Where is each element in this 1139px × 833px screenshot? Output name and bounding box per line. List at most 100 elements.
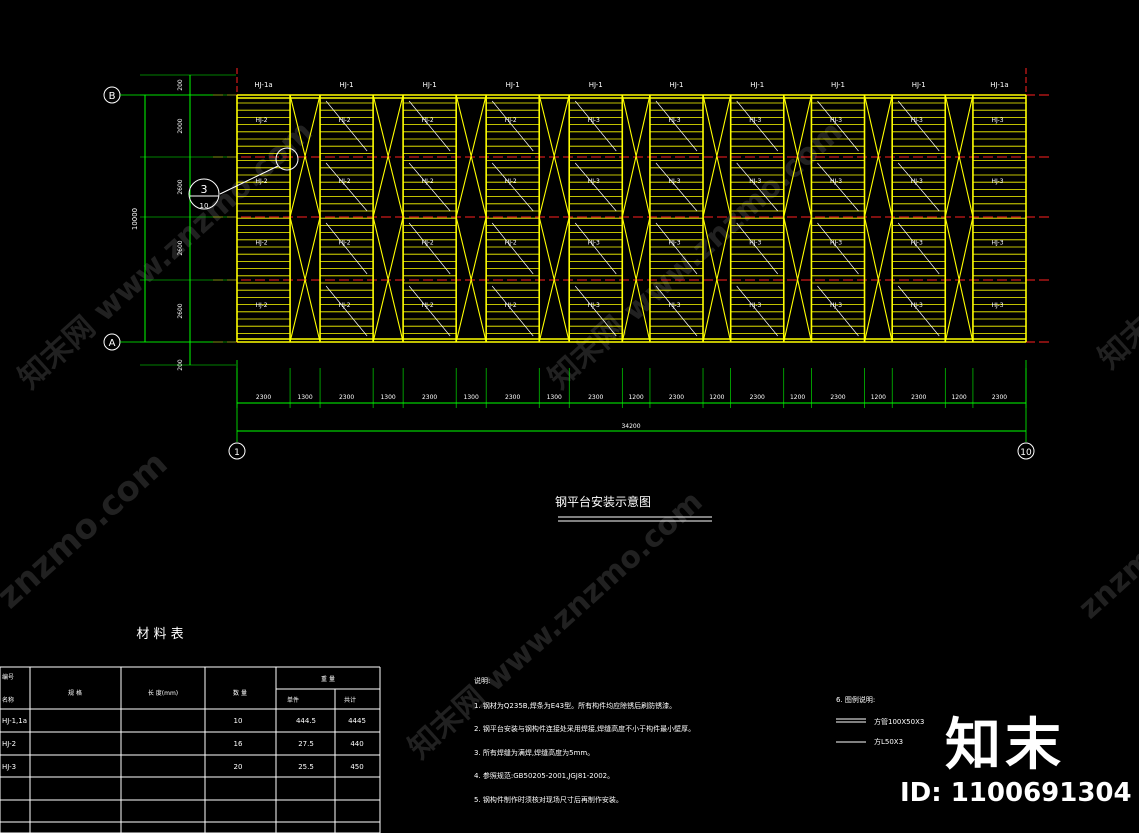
dim-text: 2300 xyxy=(830,394,845,401)
panel-label: HJ-3 xyxy=(668,302,680,309)
material-table: 材 料 表 编号名称 规 格 长 度(mm) 数 量 重 量单件 共计 HJ-1,1a 10 4… xyxy=(0,627,381,833)
panel-label: HJ-3 xyxy=(830,302,842,309)
panel-label: HJ-3 xyxy=(830,178,842,185)
truss-label: HJ-1a xyxy=(990,81,1008,89)
panel-label: HJ-3 xyxy=(991,240,1003,247)
dim-text: 1300 xyxy=(547,394,562,401)
dim-text-total: 34200 xyxy=(621,423,640,430)
tie-diagonal xyxy=(325,100,368,152)
panel-label: HJ-3 xyxy=(911,302,923,309)
panel-label: HJ-3 xyxy=(830,117,842,124)
table-header: 名称 xyxy=(2,696,14,704)
dim-text: 1200 xyxy=(871,394,886,401)
dim-text: 2600 xyxy=(177,240,184,255)
table-header: 数 量 xyxy=(233,689,247,697)
axis-label: 1 xyxy=(234,448,240,458)
panel-label: HJ-2 xyxy=(339,302,351,309)
dim-text: 1200 xyxy=(951,394,966,401)
tie-diagonal xyxy=(574,100,617,152)
panel-label: HJ-2 xyxy=(422,178,434,185)
tie-diagonal xyxy=(655,100,698,152)
tie-diagonal xyxy=(408,285,451,337)
table-cell-qty: 20 xyxy=(234,763,243,771)
dim-text: 1200 xyxy=(709,394,724,401)
panel-label: HJ-3 xyxy=(749,178,761,185)
table-header: 编号 xyxy=(2,673,14,681)
table-cell-unit: 25.5 xyxy=(298,763,314,771)
table-cell-unit: 444.5 xyxy=(296,717,316,725)
tie-diagonal xyxy=(325,222,368,275)
dim-text: 2300 xyxy=(750,394,765,401)
table-header: 共计 xyxy=(344,696,356,704)
watermark-text: 知末网 www.znzmo.com xyxy=(1092,94,1139,376)
tie-diagonal xyxy=(491,222,534,275)
tie-diagonal xyxy=(897,100,940,152)
legend-label: 方管100X50X3 xyxy=(874,717,924,726)
dim-text: 2300 xyxy=(669,394,684,401)
truss-label: HJ-1a xyxy=(254,81,272,89)
truss-label: HJ-1 xyxy=(750,81,764,89)
table-cell-unit: 27.5 xyxy=(298,740,314,748)
legend-block: 6. 图例说明: 方管100X50X3 方L50X3 xyxy=(836,695,924,746)
tie-diagonal xyxy=(817,222,859,275)
truss-label: HJ-1 xyxy=(423,81,437,89)
dim-text: 1200 xyxy=(790,394,805,401)
dim-text: 1300 xyxy=(297,394,312,401)
callout-sheet: 10 xyxy=(200,202,209,210)
watermark-text: znzmo.com xyxy=(1072,473,1139,626)
tie-diagonal xyxy=(408,222,451,275)
panel-label: HJ-3 xyxy=(991,302,1003,309)
panel-label: HJ-3 xyxy=(668,240,680,247)
tie-diagonal xyxy=(897,222,940,275)
panel-label: HJ-2 xyxy=(256,178,268,185)
tie-diagonal xyxy=(736,100,779,152)
note-item: 5. 钢构件制作时须核对现场尺寸后再制作安装。 xyxy=(474,795,623,804)
table-cell-id: HJ-1,1a xyxy=(2,717,27,725)
watermark-text: znzmo.com xyxy=(0,443,175,616)
table-cell-qty: 10 xyxy=(234,717,243,725)
truss-label: HJ-1 xyxy=(912,81,926,89)
panel-label: HJ-2 xyxy=(422,302,434,309)
dim-text: 2300 xyxy=(256,394,271,401)
truss-label: HJ-1 xyxy=(506,81,520,89)
dim-text: 2600 xyxy=(177,179,184,194)
table-header: 规 格 xyxy=(68,689,82,697)
panel-label: HJ-2 xyxy=(505,117,517,124)
axis-label: A xyxy=(109,338,116,349)
notes-heading: 说明: xyxy=(474,676,490,685)
tie-diagonal xyxy=(574,222,617,275)
panel-label: HJ-3 xyxy=(588,178,600,185)
legend-label: 方L50X3 xyxy=(874,737,903,746)
material-table-title: 材 料 表 xyxy=(136,627,183,642)
dim-text: 2000 xyxy=(177,118,184,133)
panel-label: HJ-2 xyxy=(422,240,434,247)
panel-label: HJ-3 xyxy=(588,117,600,124)
note-item: 1. 钢材为Q235B,焊条为E43型。所有构件均应除锈后刷防锈漆。 xyxy=(474,701,676,710)
panel-label: HJ-3 xyxy=(588,240,600,247)
note-item: 2. 钢平台安装与钢构件连接处采用焊接,焊缝高度不小于构件最小壁厚。 xyxy=(474,724,695,733)
panel-label: HJ-2 xyxy=(339,240,351,247)
dim-text: 1300 xyxy=(464,394,479,401)
tie-diagonal xyxy=(491,100,534,152)
panel-label: HJ-3 xyxy=(911,117,923,124)
tie-diagonal xyxy=(325,285,368,337)
dim-text: 2300 xyxy=(422,394,437,401)
panel-label: HJ-2 xyxy=(256,117,268,124)
panel-label: HJ-3 xyxy=(588,302,600,309)
panel-label: HJ-2 xyxy=(505,178,517,185)
dim-text-total: 10000 xyxy=(131,208,139,230)
panel-label: HJ-3 xyxy=(830,240,842,247)
axis-label: B xyxy=(109,91,116,102)
tie-diagonal xyxy=(736,222,779,275)
panel-label: HJ-3 xyxy=(668,178,680,185)
panel-label: HJ-2 xyxy=(505,302,517,309)
panel-label: HJ-2 xyxy=(339,117,351,124)
image-id-label: ID: 1100691304 xyxy=(900,778,1132,808)
table-cell-total: 4445 xyxy=(348,717,366,725)
panel-label: HJ-2 xyxy=(256,240,268,247)
dim-text: 2300 xyxy=(911,394,926,401)
dim-text: 2600 xyxy=(177,303,184,318)
panel-label: HJ-3 xyxy=(749,117,761,124)
note-item: 4. 参照规范:GB50205-2001,JGJ81-2002。 xyxy=(474,771,614,780)
panel-label: HJ-3 xyxy=(991,178,1003,185)
